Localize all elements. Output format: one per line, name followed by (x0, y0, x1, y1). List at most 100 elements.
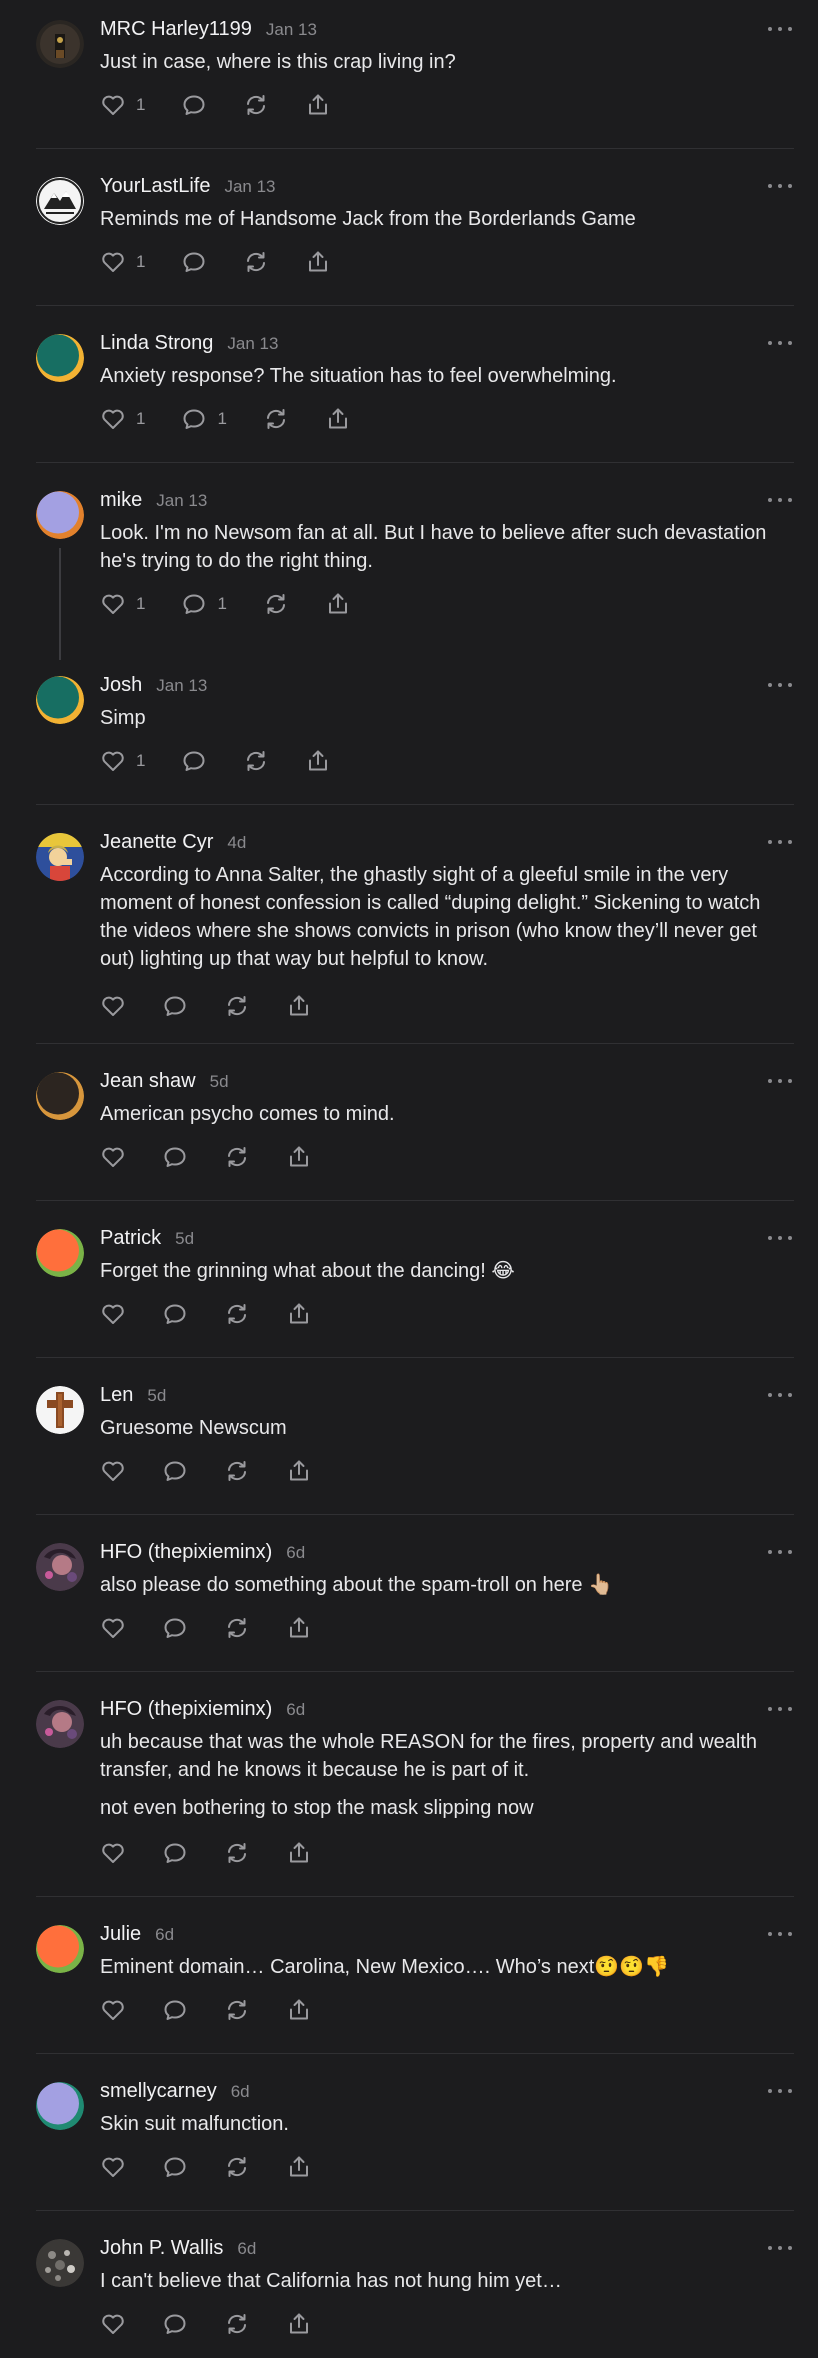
like-button[interactable] (100, 1613, 126, 1643)
share-button[interactable] (286, 1142, 312, 1172)
reply-button[interactable] (162, 2152, 188, 2182)
like-button[interactable] (100, 991, 126, 1021)
reply-button[interactable] (162, 1995, 188, 2025)
repost-button[interactable] (224, 2309, 250, 2339)
like-button[interactable] (100, 1142, 126, 1172)
like-button[interactable] (100, 1995, 126, 2025)
repost-button[interactable] (243, 90, 269, 120)
reply-button[interactable] (162, 1299, 188, 1329)
more-options-icon[interactable] (768, 678, 792, 692)
reply-button[interactable] (162, 991, 188, 1021)
more-options-icon[interactable] (768, 2241, 792, 2255)
avatar[interactable] (36, 1543, 84, 1591)
reply-button[interactable] (162, 1142, 188, 1172)
author-name[interactable]: Linda Strong (100, 332, 213, 355)
share-button[interactable] (325, 404, 351, 434)
repost-button[interactable] (243, 746, 269, 776)
like-button[interactable]: 1 (100, 746, 145, 776)
author-name[interactable]: Josh (100, 674, 142, 697)
share-button[interactable] (286, 1838, 312, 1868)
more-options-icon[interactable] (768, 1074, 792, 1088)
timestamp[interactable]: Jan 13 (156, 676, 207, 696)
share-button[interactable] (305, 746, 331, 776)
author-name[interactable]: smellycarney (100, 2080, 217, 2103)
more-options-icon[interactable] (768, 1388, 792, 1402)
share-button[interactable] (305, 247, 331, 277)
avatar[interactable] (36, 2082, 84, 2130)
avatar[interactable] (36, 177, 84, 225)
like-button[interactable] (100, 2309, 126, 2339)
share-button[interactable] (305, 90, 331, 120)
more-options-icon[interactable] (768, 336, 792, 350)
share-button[interactable] (325, 589, 351, 619)
like-button[interactable] (100, 2152, 126, 2182)
reply-button[interactable] (181, 90, 207, 120)
repost-button[interactable] (224, 2152, 250, 2182)
author-name[interactable]: HFO (thepixieminx) (100, 1541, 272, 1564)
share-button[interactable] (286, 1995, 312, 2025)
more-options-icon[interactable] (768, 1702, 792, 1716)
timestamp[interactable]: 5d (175, 1229, 194, 1249)
reply-button[interactable] (162, 2309, 188, 2339)
timestamp[interactable]: 4d (227, 833, 246, 853)
like-button[interactable] (100, 1456, 126, 1486)
share-button[interactable] (286, 2309, 312, 2339)
more-options-icon[interactable] (768, 179, 792, 193)
more-options-icon[interactable] (768, 22, 792, 36)
avatar[interactable] (36, 2239, 84, 2287)
more-options-icon[interactable] (768, 1231, 792, 1245)
like-button[interactable]: 1 (100, 247, 145, 277)
repost-button[interactable] (224, 1299, 250, 1329)
timestamp[interactable]: Jan 13 (266, 20, 317, 40)
author-name[interactable]: Len (100, 1384, 133, 1407)
share-button[interactable] (286, 1613, 312, 1643)
reply-button[interactable]: 1 (181, 404, 227, 434)
share-button[interactable] (286, 1456, 312, 1486)
timestamp[interactable]: 6d (286, 1700, 305, 1720)
author-name[interactable]: Jean shaw (100, 1070, 196, 1093)
more-options-icon[interactable] (768, 493, 792, 507)
more-options-icon[interactable] (768, 1545, 792, 1559)
like-button[interactable]: 1 (100, 404, 145, 434)
more-options-icon[interactable] (768, 835, 792, 849)
like-button[interactable] (100, 1299, 126, 1329)
repost-button[interactable] (263, 404, 289, 434)
author-name[interactable]: MRC Harley1199 (100, 18, 252, 41)
timestamp[interactable]: 5d (210, 1072, 229, 1092)
author-name[interactable]: Julie (100, 1923, 141, 1946)
avatar[interactable] (36, 1072, 84, 1120)
reply-button[interactable] (162, 1613, 188, 1643)
timestamp[interactable]: Jan 13 (156, 491, 207, 511)
share-button[interactable] (286, 2152, 312, 2182)
repost-button[interactable] (224, 991, 250, 1021)
avatar[interactable] (36, 334, 84, 382)
repost-button[interactable] (243, 247, 269, 277)
share-button[interactable] (286, 991, 312, 1021)
more-options-icon[interactable] (768, 1927, 792, 1941)
repost-button[interactable] (224, 1838, 250, 1868)
reply-button[interactable] (162, 1838, 188, 1868)
timestamp[interactable]: 5d (147, 1386, 166, 1406)
avatar[interactable] (36, 491, 84, 539)
author-name[interactable]: mike (100, 489, 142, 512)
timestamp[interactable]: 6d (231, 2082, 250, 2102)
avatar[interactable] (36, 1925, 84, 1973)
avatar[interactable] (36, 676, 84, 724)
reply-button[interactable] (162, 1456, 188, 1486)
timestamp[interactable]: Jan 13 (224, 177, 275, 197)
author-name[interactable]: Jeanette Cyr (100, 831, 213, 854)
reply-button[interactable] (181, 746, 207, 776)
repost-button[interactable] (224, 1995, 250, 2025)
author-name[interactable]: YourLastLife (100, 175, 210, 198)
timestamp[interactable]: 6d (237, 2239, 256, 2259)
avatar[interactable] (36, 1386, 84, 1434)
avatar[interactable] (36, 1700, 84, 1748)
avatar[interactable] (36, 833, 84, 881)
reply-button[interactable] (181, 247, 207, 277)
reply-button[interactable]: 1 (181, 589, 227, 619)
repost-button[interactable] (224, 1142, 250, 1172)
author-name[interactable]: John P. Wallis (100, 2237, 223, 2260)
like-button[interactable]: 1 (100, 90, 145, 120)
like-button[interactable]: 1 (100, 589, 145, 619)
avatar[interactable] (36, 1229, 84, 1277)
